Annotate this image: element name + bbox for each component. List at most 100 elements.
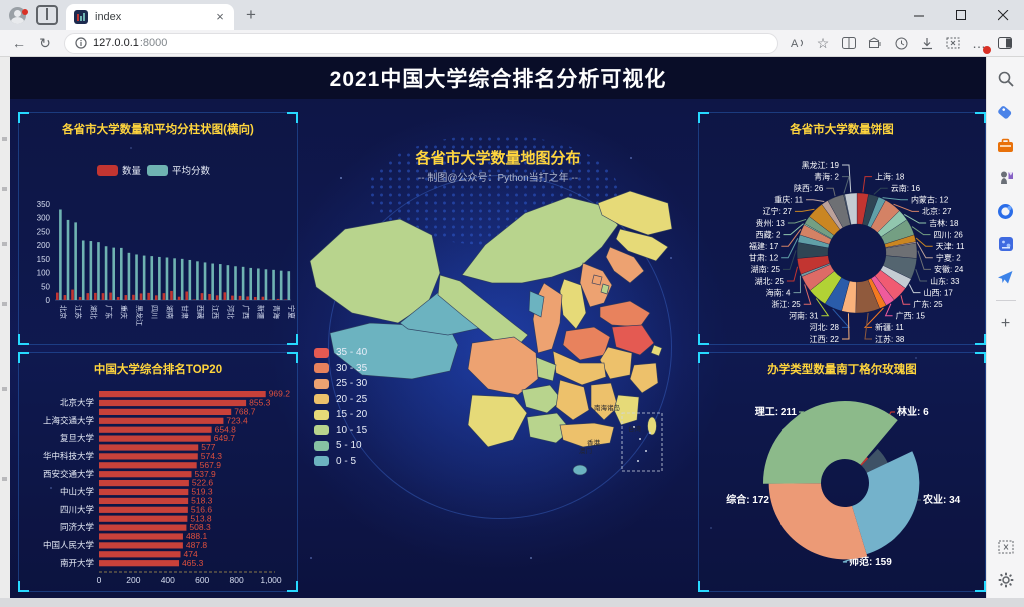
favorite-star-icon[interactable]: ☆ <box>812 32 834 54</box>
bar-avg[interactable] <box>120 248 123 300</box>
map-legend-item[interactable]: 20 - 25 <box>314 394 367 405</box>
map-province-北京[interactable] <box>592 275 602 285</box>
bar-avg[interactable] <box>219 264 222 300</box>
top20-bar[interactable] <box>99 489 188 495</box>
map-legend-item[interactable]: 35 - 40 <box>314 347 367 358</box>
bar-avg[interactable] <box>196 261 199 300</box>
bar-avg[interactable] <box>204 262 207 300</box>
bar-avg[interactable] <box>211 264 214 300</box>
back-button[interactable]: ← <box>8 32 30 54</box>
bar-avg[interactable] <box>105 246 108 300</box>
bar-avg[interactable] <box>90 241 93 300</box>
bar-avg[interactable] <box>272 270 275 300</box>
history-icon[interactable] <box>890 32 912 54</box>
top20-bar[interactable] <box>99 400 246 406</box>
rose-slice[interactable] <box>852 451 919 554</box>
bar-count[interactable] <box>125 295 128 300</box>
top20-bar[interactable] <box>99 391 266 397</box>
refresh-button[interactable]: ↻ <box>34 32 56 54</box>
bar-avg[interactable] <box>173 258 176 300</box>
bar-count[interactable] <box>246 296 249 300</box>
bar-count[interactable] <box>231 296 234 300</box>
top20-bar[interactable] <box>99 418 223 424</box>
bar-count[interactable] <box>223 292 226 300</box>
top20-bar[interactable] <box>99 498 188 504</box>
map-legend-item[interactable]: 5 - 10 <box>314 440 367 451</box>
sidebar-drop-icon[interactable] <box>996 267 1016 287</box>
bar-avg[interactable] <box>287 271 290 300</box>
top20-bar[interactable] <box>99 462 197 468</box>
map-province-河北[interactable] <box>580 263 612 307</box>
minimize-button[interactable] <box>898 0 940 30</box>
bar-count[interactable] <box>178 297 181 300</box>
bar-count[interactable] <box>262 297 265 300</box>
map-province-陕西[interactable] <box>533 283 562 353</box>
map-province-浙江[interactable] <box>630 363 658 393</box>
top20-bar[interactable] <box>99 551 181 557</box>
top20-bar[interactable] <box>99 507 188 513</box>
profile-button[interactable] <box>0 7 34 24</box>
bar-avg[interactable] <box>249 268 252 300</box>
site-info-icon[interactable] <box>75 37 87 49</box>
top20-bar[interactable] <box>99 516 187 522</box>
bar-count[interactable] <box>193 299 196 300</box>
bar-avg[interactable] <box>150 256 153 300</box>
top20-bar[interactable] <box>99 427 212 433</box>
map-legend-item[interactable]: 10 - 15 <box>314 425 367 436</box>
bar-count[interactable] <box>109 293 112 300</box>
bar-count[interactable] <box>239 296 242 300</box>
bar-count[interactable] <box>64 295 67 300</box>
map-region-taiwan[interactable] <box>648 417 657 435</box>
top20-bar[interactable] <box>99 453 198 459</box>
map-legend-item[interactable]: 30 - 35 <box>314 363 367 374</box>
map-province-重庆[interactable] <box>536 357 556 381</box>
bar-avg[interactable] <box>189 260 192 300</box>
map-legend-item[interactable]: 25 - 30 <box>314 378 367 389</box>
bar-count[interactable] <box>56 293 59 300</box>
map-province-四川[interactable] <box>468 337 538 395</box>
bar-avg[interactable] <box>265 269 268 300</box>
sidebar-games-icon[interactable] <box>996 168 1016 188</box>
legend-item-avg[interactable]: 平均分数 <box>147 165 211 177</box>
bar-avg[interactable] <box>280 271 283 300</box>
sidebar-shopping-icon[interactable] <box>996 102 1016 122</box>
downloads-icon[interactable] <box>916 32 938 54</box>
read-aloud-button[interactable]: A <box>786 32 808 54</box>
sidebar-designer-icon[interactable] <box>996 234 1016 254</box>
top20-bar[interactable] <box>99 409 231 415</box>
bar-count[interactable] <box>94 293 97 300</box>
bar-avg[interactable] <box>242 267 245 300</box>
maximize-button[interactable] <box>940 0 982 30</box>
map-province-湖南[interactable] <box>556 380 589 420</box>
sidebar-add-icon[interactable]: + <box>996 314 1016 334</box>
bar-count[interactable] <box>147 293 150 300</box>
bar-count[interactable] <box>201 293 204 300</box>
bar-count[interactable] <box>155 295 158 300</box>
bar-avg[interactable] <box>181 259 184 300</box>
bar-avg[interactable] <box>257 268 260 300</box>
bar-count[interactable] <box>102 293 105 300</box>
bar-count[interactable] <box>269 299 272 300</box>
bar-count[interactable] <box>254 297 257 300</box>
bar-avg[interactable] <box>227 265 230 300</box>
top20-bar[interactable] <box>99 560 179 566</box>
bar-count[interactable] <box>277 299 280 300</box>
new-tab-button[interactable]: + <box>238 2 264 28</box>
top20-bar[interactable] <box>99 525 186 531</box>
bar-count[interactable] <box>132 295 135 300</box>
sidebar-m365-icon[interactable] <box>996 201 1016 221</box>
map-province-海南[interactable] <box>573 465 587 475</box>
map-province-山东[interactable] <box>600 301 650 327</box>
bar-count[interactable] <box>117 297 120 300</box>
browser-tab[interactable]: index × <box>66 4 234 30</box>
bar-avg[interactable] <box>135 254 138 300</box>
top20-bar[interactable] <box>99 436 211 442</box>
more-menu-button[interactable]: … <box>968 32 990 54</box>
bar-avg[interactable] <box>128 253 131 300</box>
address-bar[interactable]: 127.0.0.1:8000 <box>64 33 778 54</box>
sidebar-settings-gear-icon[interactable] <box>996 570 1016 590</box>
web-capture-icon[interactable] <box>942 32 964 54</box>
map-legend-item[interactable]: 15 - 20 <box>314 409 367 420</box>
sidebar-panel-icon[interactable] <box>994 32 1016 54</box>
sidebar-search-icon[interactable] <box>996 69 1016 89</box>
